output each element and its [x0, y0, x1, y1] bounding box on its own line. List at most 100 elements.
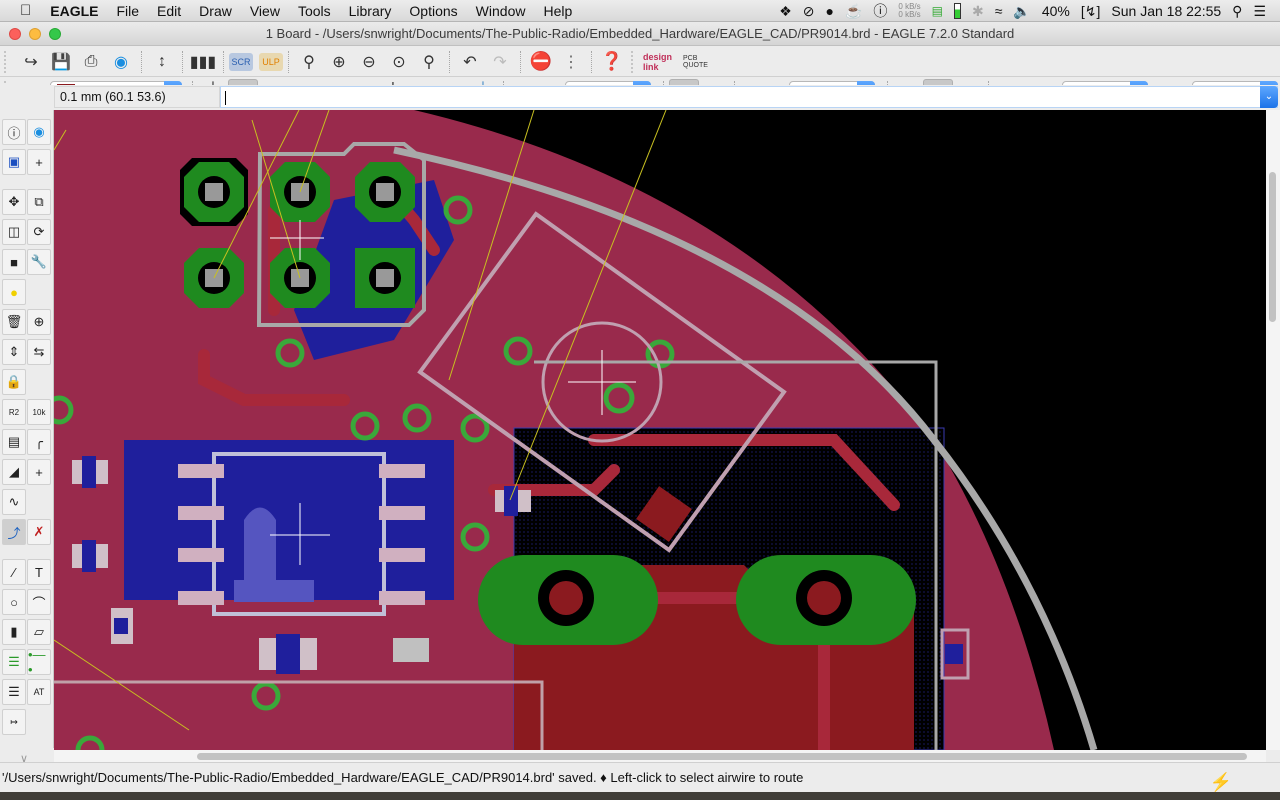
display-layers-icon[interactable]: ▣	[2, 149, 26, 175]
zoom-out-icon[interactable]: ⊖	[354, 49, 384, 75]
cpu-meter-icon[interactable]	[954, 3, 961, 19]
stop-icon[interactable]: ⛔	[526, 49, 556, 75]
menu-options[interactable]: Options	[400, 0, 466, 22]
redo-icon[interactable]: ↷	[485, 49, 515, 75]
value-icon[interactable]: 10k	[27, 399, 51, 425]
smash-icon[interactable]: ▤	[2, 429, 26, 455]
menu-library[interactable]: Library	[340, 0, 401, 22]
pcb-drawing[interactable]	[54, 110, 1266, 750]
delete-trash-icon[interactable]: 🗑	[2, 309, 26, 335]
menu-draw[interactable]: Draw	[190, 0, 241, 22]
maximize-window-button[interactable]	[49, 28, 61, 40]
dropbox-icon[interactable]: ❖	[779, 3, 792, 20]
menu-window[interactable]: Window	[467, 0, 535, 22]
zoom-select-icon[interactable]: ⊙	[384, 49, 414, 75]
zoom-in-icon[interactable]: ⊕	[324, 49, 354, 75]
attribute-icon[interactable]: AT	[27, 679, 51, 705]
via-icon[interactable]: ☰	[2, 649, 26, 675]
paste-icon[interactable]: ●	[2, 279, 26, 305]
name-icon[interactable]: R2	[2, 399, 26, 425]
move-icon[interactable]: ✥	[2, 189, 26, 215]
command-history-dropdown-icon[interactable]: ⌄	[1260, 86, 1278, 108]
cam-processor-icon[interactable]: ◉	[106, 49, 136, 75]
script-icon[interactable]: SCR	[229, 52, 253, 71]
library-icon[interactable]: ▮▮▮	[188, 49, 218, 75]
toolbar-separator	[520, 50, 521, 73]
print-icon[interactable]: ⎙	[76, 49, 106, 75]
show-eye-icon[interactable]: ◉	[27, 119, 51, 145]
zoom-redraw-icon[interactable]: ⚲	[414, 49, 444, 75]
run-ulp-icon[interactable]: ULP	[259, 52, 283, 71]
rect-icon[interactable]: ▮	[2, 619, 26, 645]
undo-icon[interactable]: ↶	[455, 49, 485, 75]
hole-icon[interactable]: ☰	[2, 679, 26, 705]
wire-icon[interactable]: ∕	[2, 559, 26, 585]
notification-bell-icon[interactable]: ●	[826, 3, 834, 19]
status-message: '/Users/snwright/Documents/The-Public-Ra…	[2, 770, 804, 785]
text-icon[interactable]: T	[27, 559, 51, 585]
bluetooth-icon[interactable]: ✱	[972, 3, 984, 20]
add-part-icon[interactable]: ⊕	[27, 309, 51, 335]
swap-icon[interactable]: ⇆	[27, 339, 51, 365]
clock[interactable]: Sun Jan 18 22:55	[1111, 3, 1221, 19]
zoom-fit-icon[interactable]: ⚲	[294, 49, 324, 75]
horizontal-scrollbar[interactable]	[54, 750, 1266, 762]
spotlight-search-icon[interactable]: ⚲	[1232, 3, 1242, 20]
designlink-icon[interactable]: design link	[643, 49, 683, 75]
ripup-icon[interactable]: ✗	[27, 519, 51, 545]
info-circle-icon[interactable]: ⓘ	[873, 1, 887, 21]
apple-menu-icon[interactable]: 	[0, 0, 41, 22]
volume-icon[interactable]: 🔈	[1013, 3, 1030, 20]
go-icon[interactable]: ⋮	[556, 49, 586, 75]
board-canvas[interactable]	[54, 110, 1266, 750]
change-wrench-icon[interactable]: 🔧	[27, 249, 51, 275]
menu-app-name[interactable]: EAGLE	[41, 0, 107, 22]
copy-icon[interactable]: ⧉	[27, 189, 51, 215]
group-icon[interactable]: ■	[2, 249, 26, 275]
arc-icon[interactable]: ⌒	[27, 589, 51, 615]
info-icon[interactable]: ⓘ	[2, 119, 26, 145]
save-icon[interactable]: 💾	[46, 49, 76, 75]
menu-view[interactable]: View	[241, 0, 289, 22]
toolbar-grip[interactable]	[631, 50, 639, 73]
notification-center-icon[interactable]: ☰	[1253, 3, 1266, 20]
menu-file[interactable]: File	[107, 0, 148, 22]
miter-icon[interactable]: ╭	[27, 429, 51, 455]
net-down: 0 kB/s	[898, 10, 921, 19]
menu-edit[interactable]: Edit	[148, 0, 190, 22]
signal-icon[interactable]: •—•	[27, 647, 51, 677]
dimension-icon[interactable]: ↦	[2, 709, 26, 735]
toolbar-separator	[182, 50, 183, 73]
polygon-icon[interactable]: ▱	[27, 619, 51, 645]
split-icon[interactable]: ◢	[2, 459, 26, 485]
replace-icon[interactable]: ⇕	[2, 339, 26, 365]
desktop-background	[0, 792, 1280, 800]
rotate-icon[interactable]: ⟳	[27, 219, 51, 245]
mirror-icon[interactable]: ◫	[2, 219, 26, 245]
optimize-icon[interactable]: +	[27, 459, 51, 485]
circle-icon[interactable]: ○	[2, 589, 26, 615]
minimize-window-button[interactable]	[29, 28, 41, 40]
command-line-input[interactable]: ⌄	[220, 86, 1278, 108]
mark-icon[interactable]: +	[27, 149, 51, 175]
vertical-scroll-thumb[interactable]	[1269, 172, 1276, 322]
board-schematic-switch-icon[interactable]: ↕	[147, 49, 177, 75]
horizontal-scroll-thumb[interactable]	[197, 753, 1247, 760]
route-icon[interactable]: ⤴	[2, 519, 26, 545]
meander-icon[interactable]: ∿	[2, 489, 26, 515]
close-window-button[interactable]	[9, 28, 21, 40]
sync-icon[interactable]: ⊘	[803, 3, 815, 20]
open-icon[interactable]: ↪	[16, 49, 46, 75]
battery-charging-icon[interactable]: [↯]	[1081, 3, 1101, 20]
lock-icon[interactable]: 🔒	[2, 369, 26, 395]
menu-tools[interactable]: Tools	[289, 0, 340, 22]
caffeine-cup-icon[interactable]: ☕	[845, 3, 862, 20]
vertical-scrollbar[interactable]	[1266, 110, 1280, 750]
menu-help[interactable]: Help	[534, 0, 581, 22]
wifi-icon[interactable]: ≈	[995, 3, 1003, 19]
toolbar-grip[interactable]	[4, 50, 12, 73]
memory-meter-icon[interactable]: ▤	[932, 4, 943, 18]
pcb-quote-icon[interactable]: PCB QUOTE	[683, 49, 723, 75]
help-icon[interactable]: ❓	[597, 49, 627, 75]
battery-percent[interactable]: 40%	[1042, 3, 1070, 19]
